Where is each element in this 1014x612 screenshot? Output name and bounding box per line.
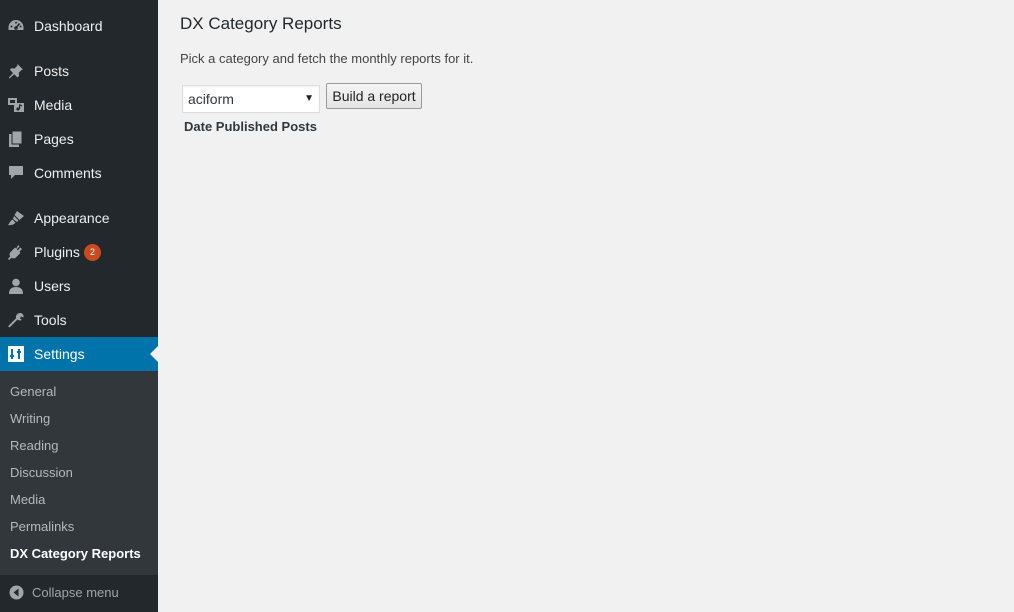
submenu-item-reading[interactable]: Reading bbox=[10, 436, 58, 456]
current-menu-arrow bbox=[150, 346, 158, 362]
submenu-item-writing[interactable]: Writing bbox=[10, 409, 50, 429]
sidebar-item-label: Comments bbox=[34, 165, 102, 181]
submenu-item-dx-category-reports[interactable]: DX Category Reports bbox=[10, 544, 141, 564]
collapse-menu-label: Collapse menu bbox=[32, 585, 119, 600]
paintbrush-icon bbox=[7, 210, 25, 226]
pages-icon bbox=[7, 131, 25, 147]
sidebar-item-label: Posts bbox=[34, 63, 70, 79]
dashboard-icon bbox=[7, 18, 25, 34]
sidebar-item-settings[interactable]: Settings bbox=[0, 337, 158, 371]
sidebar-item-posts[interactable]: Posts bbox=[0, 54, 158, 88]
media-icon bbox=[7, 97, 25, 113]
submenu-item-discussion[interactable]: Discussion bbox=[10, 463, 73, 483]
sidebar-item-comments[interactable]: Comments bbox=[0, 156, 158, 190]
sidebar-item-label: Pages bbox=[34, 131, 74, 147]
pin-icon bbox=[7, 63, 25, 79]
sidebar-item-plugins[interactable]: Plugins 2 bbox=[0, 235, 158, 269]
sidebar-item-appearance[interactable]: Appearance bbox=[0, 201, 158, 235]
wrench-icon bbox=[7, 312, 25, 328]
submenu-item-permalinks[interactable]: Permalinks bbox=[10, 517, 74, 537]
sidebar-item-pages[interactable]: Pages bbox=[0, 122, 158, 156]
category-select-value: aciform bbox=[188, 91, 234, 107]
main-content: DX Category Reports Pick a category and … bbox=[158, 0, 1014, 612]
sidebar-item-label: Tools bbox=[34, 312, 67, 328]
user-icon bbox=[7, 278, 25, 294]
settings-icon bbox=[7, 346, 25, 362]
collapse-menu-button[interactable]: Collapse menu bbox=[0, 581, 158, 605]
sidebar-item-label: Dashboard bbox=[34, 18, 103, 34]
collapse-arrow-icon bbox=[9, 585, 24, 600]
sidebar-item-label: Settings bbox=[34, 346, 85, 362]
sidebar-item-label: Media bbox=[34, 97, 73, 113]
report-table-heading: Date Published Posts bbox=[184, 119, 317, 134]
category-select[interactable]: aciform ▼ bbox=[182, 85, 320, 113]
sidebar-item-label: Users bbox=[34, 278, 71, 294]
submenu-item-general[interactable]: General bbox=[10, 382, 56, 402]
settings-submenu: General Writing Reading Discussion Media… bbox=[0, 371, 158, 575]
dropdown-arrow-icon: ▼ bbox=[304, 93, 314, 104]
build-report-button[interactable]: Build a report bbox=[326, 83, 422, 109]
sidebar-item-label: Plugins bbox=[34, 244, 80, 260]
page-title: DX Category Reports bbox=[180, 14, 342, 33]
sidebar-item-media[interactable]: Media bbox=[0, 88, 158, 122]
sidebar-item-tools[interactable]: Tools bbox=[0, 303, 158, 337]
update-count-badge: 2 bbox=[84, 244, 101, 261]
page-description: Pick a category and fetch the monthly re… bbox=[180, 51, 474, 66]
sidebar-item-users[interactable]: Users bbox=[0, 269, 158, 303]
submenu-item-media[interactable]: Media bbox=[10, 490, 45, 510]
plugin-icon bbox=[7, 244, 25, 260]
sidebar-item-dashboard[interactable]: Dashboard bbox=[0, 9, 158, 43]
admin-sidebar: Dashboard Posts Media Pages Comments App… bbox=[0, 0, 158, 612]
comment-icon bbox=[7, 165, 25, 181]
sidebar-item-label: Appearance bbox=[34, 210, 110, 226]
